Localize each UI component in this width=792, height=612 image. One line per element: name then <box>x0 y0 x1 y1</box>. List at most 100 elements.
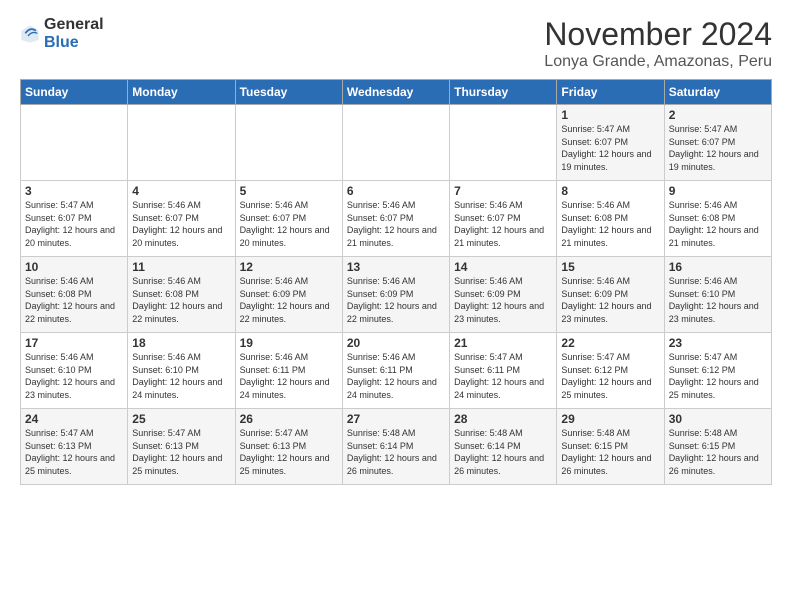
day-number: 14 <box>454 260 552 274</box>
calendar-cell: 28Sunrise: 5:48 AM Sunset: 6:14 PM Dayli… <box>450 409 557 485</box>
day-info: Sunrise: 5:47 AM Sunset: 6:11 PM Dayligh… <box>454 351 552 401</box>
calendar-cell: 10Sunrise: 5:46 AM Sunset: 6:08 PM Dayli… <box>21 257 128 333</box>
calendar-table: Sunday Monday Tuesday Wednesday Thursday… <box>20 79 772 485</box>
day-info: Sunrise: 5:47 AM Sunset: 6:07 PM Dayligh… <box>669 123 767 173</box>
header-tuesday: Tuesday <box>235 80 342 105</box>
day-number: 15 <box>561 260 659 274</box>
day-number: 10 <box>25 260 123 274</box>
day-number: 16 <box>669 260 767 274</box>
day-number: 23 <box>669 336 767 350</box>
day-info: Sunrise: 5:46 AM Sunset: 6:07 PM Dayligh… <box>240 199 338 249</box>
header-monday: Monday <box>128 80 235 105</box>
day-info: Sunrise: 5:46 AM Sunset: 6:08 PM Dayligh… <box>669 199 767 249</box>
day-number: 19 <box>240 336 338 350</box>
title-area: November 2024 Lonya Grande, Amazonas, Pe… <box>544 16 772 71</box>
day-info: Sunrise: 5:46 AM Sunset: 6:08 PM Dayligh… <box>561 199 659 249</box>
calendar-cell: 27Sunrise: 5:48 AM Sunset: 6:14 PM Dayli… <box>342 409 449 485</box>
day-number: 11 <box>132 260 230 274</box>
day-info: Sunrise: 5:48 AM Sunset: 6:14 PM Dayligh… <box>347 427 445 477</box>
day-info: Sunrise: 5:46 AM Sunset: 6:10 PM Dayligh… <box>669 275 767 325</box>
generalblue-icon <box>20 24 40 44</box>
day-number: 17 <box>25 336 123 350</box>
day-number: 3 <box>25 184 123 198</box>
day-number: 2 <box>669 108 767 122</box>
calendar-week-row: 3Sunrise: 5:47 AM Sunset: 6:07 PM Daylig… <box>21 181 772 257</box>
day-info: Sunrise: 5:46 AM Sunset: 6:09 PM Dayligh… <box>454 275 552 325</box>
day-info: Sunrise: 5:46 AM Sunset: 6:09 PM Dayligh… <box>347 275 445 325</box>
day-info: Sunrise: 5:48 AM Sunset: 6:15 PM Dayligh… <box>669 427 767 477</box>
calendar-cell: 4Sunrise: 5:46 AM Sunset: 6:07 PM Daylig… <box>128 181 235 257</box>
calendar-cell: 14Sunrise: 5:46 AM Sunset: 6:09 PM Dayli… <box>450 257 557 333</box>
day-number: 6 <box>347 184 445 198</box>
calendar-cell <box>235 105 342 181</box>
day-info: Sunrise: 5:47 AM Sunset: 6:13 PM Dayligh… <box>25 427 123 477</box>
day-number: 25 <box>132 412 230 426</box>
month-title: November 2024 <box>544 16 772 53</box>
calendar-cell <box>342 105 449 181</box>
day-info: Sunrise: 5:46 AM Sunset: 6:10 PM Dayligh… <box>25 351 123 401</box>
day-info: Sunrise: 5:48 AM Sunset: 6:14 PM Dayligh… <box>454 427 552 477</box>
day-info: Sunrise: 5:46 AM Sunset: 6:10 PM Dayligh… <box>132 351 230 401</box>
day-number: 18 <box>132 336 230 350</box>
calendar-cell <box>21 105 128 181</box>
day-number: 30 <box>669 412 767 426</box>
calendar-week-row: 10Sunrise: 5:46 AM Sunset: 6:08 PM Dayli… <box>21 257 772 333</box>
calendar-cell: 29Sunrise: 5:48 AM Sunset: 6:15 PM Dayli… <box>557 409 664 485</box>
day-info: Sunrise: 5:47 AM Sunset: 6:12 PM Dayligh… <box>669 351 767 401</box>
calendar-cell: 11Sunrise: 5:46 AM Sunset: 6:08 PM Dayli… <box>128 257 235 333</box>
logo-general: General <box>44 16 104 33</box>
calendar-cell: 8Sunrise: 5:46 AM Sunset: 6:08 PM Daylig… <box>557 181 664 257</box>
calendar-cell: 17Sunrise: 5:46 AM Sunset: 6:10 PM Dayli… <box>21 333 128 409</box>
day-info: Sunrise: 5:46 AM Sunset: 6:09 PM Dayligh… <box>561 275 659 325</box>
day-info: Sunrise: 5:46 AM Sunset: 6:11 PM Dayligh… <box>240 351 338 401</box>
weekday-header-row: Sunday Monday Tuesday Wednesday Thursday… <box>21 80 772 105</box>
day-number: 1 <box>561 108 659 122</box>
calendar-week-row: 17Sunrise: 5:46 AM Sunset: 6:10 PM Dayli… <box>21 333 772 409</box>
calendar-cell: 26Sunrise: 5:47 AM Sunset: 6:13 PM Dayli… <box>235 409 342 485</box>
calendar-cell: 13Sunrise: 5:46 AM Sunset: 6:09 PM Dayli… <box>342 257 449 333</box>
calendar-cell: 23Sunrise: 5:47 AM Sunset: 6:12 PM Dayli… <box>664 333 771 409</box>
calendar-cell <box>128 105 235 181</box>
day-number: 9 <box>669 184 767 198</box>
day-info: Sunrise: 5:48 AM Sunset: 6:15 PM Dayligh… <box>561 427 659 477</box>
location-subtitle: Lonya Grande, Amazonas, Peru <box>544 53 772 71</box>
day-number: 20 <box>347 336 445 350</box>
calendar-cell: 3Sunrise: 5:47 AM Sunset: 6:07 PM Daylig… <box>21 181 128 257</box>
day-info: Sunrise: 5:46 AM Sunset: 6:07 PM Dayligh… <box>347 199 445 249</box>
calendar-cell: 15Sunrise: 5:46 AM Sunset: 6:09 PM Dayli… <box>557 257 664 333</box>
calendar-cell: 6Sunrise: 5:46 AM Sunset: 6:07 PM Daylig… <box>342 181 449 257</box>
logo: General Blue <box>20 16 104 52</box>
calendar-cell: 18Sunrise: 5:46 AM Sunset: 6:10 PM Dayli… <box>128 333 235 409</box>
page-container: General Blue November 2024 Lonya Grande,… <box>0 0 792 495</box>
calendar-cell: 7Sunrise: 5:46 AM Sunset: 6:07 PM Daylig… <box>450 181 557 257</box>
calendar-week-row: 1 Sunrise: 5:47 AM Sunset: 6:07 PM Daylig… <box>21 105 772 181</box>
calendar-cell: 21Sunrise: 5:47 AM Sunset: 6:11 PM Dayli… <box>450 333 557 409</box>
day-info: Sunrise: 5:47 AM Sunset: 6:13 PM Dayligh… <box>240 427 338 477</box>
day-info: Sunrise: 5:46 AM Sunset: 6:09 PM Dayligh… <box>240 275 338 325</box>
header-wednesday: Wednesday <box>342 80 449 105</box>
day-number: 22 <box>561 336 659 350</box>
day-number: 13 <box>347 260 445 274</box>
day-number: 26 <box>240 412 338 426</box>
header-saturday: Saturday <box>664 80 771 105</box>
calendar-cell: 24Sunrise: 5:47 AM Sunset: 6:13 PM Dayli… <box>21 409 128 485</box>
calendar-cell: 2Sunrise: 5:47 AM Sunset: 6:07 PM Daylig… <box>664 105 771 181</box>
calendar-cell: 12Sunrise: 5:46 AM Sunset: 6:09 PM Dayli… <box>235 257 342 333</box>
day-info: Sunrise: 5:47 AM Sunset: 6:07 PM Dayligh… <box>25 199 123 249</box>
calendar-cell: 16Sunrise: 5:46 AM Sunset: 6:10 PM Dayli… <box>664 257 771 333</box>
calendar-cell: 1Sunrise: 5:47 AM Sunset: 6:07 PM Daylig… <box>557 105 664 181</box>
calendar-cell: 30Sunrise: 5:48 AM Sunset: 6:15 PM Dayli… <box>664 409 771 485</box>
day-number: 29 <box>561 412 659 426</box>
calendar-cell <box>450 105 557 181</box>
day-info: Sunrise: 5:47 AM Sunset: 6:13 PM Dayligh… <box>132 427 230 477</box>
day-number: 7 <box>454 184 552 198</box>
day-number: 27 <box>347 412 445 426</box>
calendar-cell: 25Sunrise: 5:47 AM Sunset: 6:13 PM Dayli… <box>128 409 235 485</box>
logo-blue: Blue <box>44 34 79 51</box>
day-number: 28 <box>454 412 552 426</box>
day-number: 24 <box>25 412 123 426</box>
day-number: 21 <box>454 336 552 350</box>
calendar-cell: 5Sunrise: 5:46 AM Sunset: 6:07 PM Daylig… <box>235 181 342 257</box>
day-info: Sunrise: 5:46 AM Sunset: 6:11 PM Dayligh… <box>347 351 445 401</box>
day-number: 4 <box>132 184 230 198</box>
